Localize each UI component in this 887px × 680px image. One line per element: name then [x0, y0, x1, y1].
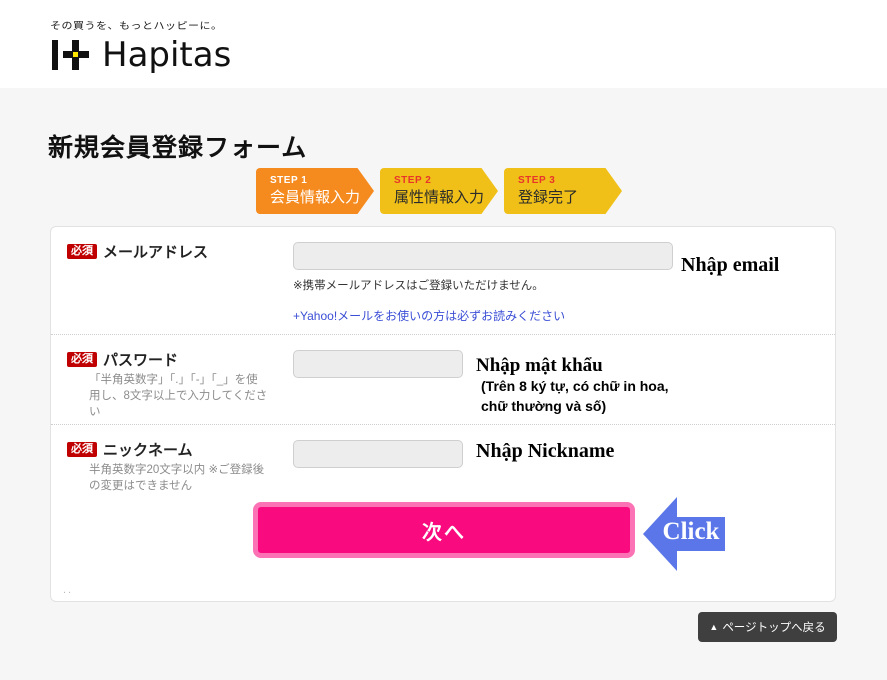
step-3-label: 登録完了 — [518, 189, 579, 206]
annotation-password-sub: (Trên 8 ký tự, có chữ in hoa, chữ thường… — [481, 378, 669, 414]
next-step-button[interactable]: 次へ — [253, 502, 635, 558]
step-3-number: STEP 3 — [518, 175, 556, 186]
step-2-label: 属性情報入力 — [394, 189, 485, 206]
annotation-email: Nhập email — [681, 254, 780, 276]
password-label-column: 必須 パスワード 「半角英数字」「.」「-」「_」を使用し、8文字以上で入力して… — [63, 349, 293, 424]
required-badge-password: 必須 — [67, 352, 97, 367]
form-row-email: 必須 メールアドレス ※携帯メールアドレスはご登録いただけません。 +Yahoo… — [51, 227, 835, 335]
submit-button-wrapper: 次へ — [253, 502, 635, 558]
click-label: Click — [662, 518, 720, 545]
password-input-column — [293, 349, 463, 424]
email-input-column: ※携帯メールアドレスはご登録いただけません。 +Yahoo!メールをお使いの方は… — [293, 241, 673, 334]
step-1-label: 会員情報入力 — [270, 189, 361, 206]
annotation-nickname: Nhập Nickname — [476, 440, 615, 462]
site-header: その買うを、もっとハッピーに。 Hapitas — [0, 0, 887, 88]
step-item-1[interactable]: STEP 1 会員情報入力 — [256, 168, 374, 214]
step-item-2[interactable]: STEP 2 属性情報入力 — [380, 168, 498, 214]
step-item-3[interactable]: STEP 3 登録完了 — [504, 168, 622, 214]
email-input[interactable] — [293, 242, 673, 270]
logo-tagline: その買うを、もっとハッピーに。 — [50, 19, 223, 32]
nickname-label-column: 必須 ニックネーム 半角英数字20文字以内 ※ご登録後の変更はできません — [63, 439, 293, 497]
form-row-nickname: 必須 ニックネーム 半角英数字20文字以内 ※ご登録後の変更はできません — [51, 425, 835, 497]
page-title: 新規会員登録フォーム — [48, 134, 308, 162]
back-to-top-label: ページトップへ戻る — [722, 622, 826, 634]
password-label: パスワード — [103, 352, 179, 369]
logo-wordmark: Hapitas — [102, 35, 232, 75]
yahoo-mail-link[interactable]: +Yahoo!メールをお使いの方は必ずお読みください — [293, 307, 565, 324]
nickname-hint: 半角英数字20文字以内 ※ご登録後の変更はできません — [89, 464, 265, 492]
step-indicator: STEP 1 会員情報入力 STEP 2 属性情報入力 STEP 3 登録完了 — [256, 168, 622, 214]
nickname-input-column — [293, 439, 463, 497]
panel-footer-dots: .. — [63, 584, 74, 596]
back-to-top-button[interactable]: ▲ ページトップへ戻る — [698, 612, 837, 642]
step-1-number: STEP 1 — [270, 175, 308, 186]
nickname-label: ニックネーム — [103, 442, 193, 459]
email-label: メールアドレス — [103, 244, 209, 261]
email-label-column: 必須 メールアドレス — [63, 241, 293, 334]
password-input[interactable] — [293, 350, 463, 378]
click-callout: Click — [643, 495, 725, 573]
required-badge-email: 必須 — [67, 244, 97, 259]
nickname-input[interactable] — [293, 440, 463, 468]
annotation-password: Nhập mật khẩu — [476, 355, 603, 376]
password-hint: 「半角英数字」「.」「-」「_」を使用し、8文字以上で入力してください — [89, 374, 268, 418]
hapitas-plus-mark-icon — [50, 38, 100, 72]
form-row-password: 必須 パスワード 「半角英数字」「.」「-」「_」を使用し、8文字以上で入力して… — [51, 335, 835, 425]
site-logo[interactable]: その買うを、もっとハッピーに。 Hapitas — [50, 18, 231, 72]
page-root: その買うを、もっとハッピーに。 Hapitas 新規会員登録フォーム STEP … — [0, 0, 887, 680]
required-badge-nickname: 必須 — [67, 442, 97, 457]
triangle-up-icon: ▲ — [709, 622, 719, 632]
step-2-number: STEP 2 — [394, 175, 432, 186]
email-note: ※携帯メールアドレスはご登録いただけません。 — [293, 280, 544, 292]
